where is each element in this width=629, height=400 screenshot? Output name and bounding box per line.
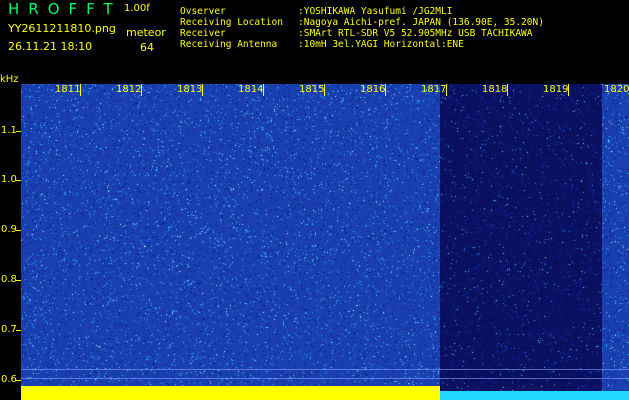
info-value: :YOSHIKAWA Yasufumi /JG2MLI	[298, 6, 453, 17]
y-axis-unit: kHz	[0, 74, 19, 85]
x-tick-mark	[141, 84, 142, 96]
x-tick-mark	[507, 84, 508, 96]
info-key: Receiving Location	[180, 17, 283, 28]
y-tick-mark	[16, 380, 21, 381]
y-tick-mark	[16, 280, 21, 281]
spectrogram-noise	[21, 84, 629, 400]
signal-level-bar	[21, 386, 440, 400]
y-tick-label: 1.0	[1, 174, 17, 185]
y-tick-label: 1.1	[1, 125, 17, 136]
y-tick-label: 0.9	[1, 224, 17, 235]
x-tick-label: 1811	[55, 84, 81, 95]
x-tick-label: 1814	[238, 84, 264, 95]
event-count: 64	[140, 41, 154, 54]
info-value: :Nagoya Aichi-pref. JAPAN (136.90E, 35.2…	[298, 17, 544, 28]
signal-level-bar-dark	[440, 391, 629, 400]
station-info: Ovserver :YOSHIKAWA Yasufumi /JG2MLI Rece…	[180, 6, 544, 50]
x-tick-mark	[202, 84, 203, 96]
x-tick-mark	[385, 84, 386, 96]
y-tick-label: 0.6	[1, 374, 17, 385]
info-key: Ovserver	[180, 6, 226, 17]
y-tick-mark	[16, 330, 21, 331]
y-tick-mark	[16, 131, 21, 132]
x-tick-mark	[263, 84, 264, 96]
frequency-marker-line	[21, 369, 629, 370]
y-tick-mark	[16, 230, 21, 231]
x-tick-label: 1813	[177, 84, 203, 95]
y-tick-mark	[16, 180, 21, 181]
y-tick-label: 0.7	[1, 324, 17, 335]
file-name: YY2611211810.png	[8, 22, 116, 35]
info-value: :10mH 3el.YAGI Horizontal:ENE	[298, 39, 464, 50]
x-tick-mark	[324, 84, 325, 96]
x-tick-mark	[568, 84, 569, 96]
info-row-location: Receiving Location :Nagoya Aichi-pref. JA…	[180, 17, 544, 28]
x-tick-label: 1817	[421, 84, 447, 95]
info-row-observer: Ovserver :YOSHIKAWA Yasufumi /JG2MLI	[180, 6, 544, 17]
info-value: :SMArt RTL-SDR V5 52.905MHz USB TACHIKAW…	[298, 28, 533, 39]
x-tick-label: 1818	[482, 84, 508, 95]
x-tick-label: 1815	[299, 84, 325, 95]
app-title: HROFFT	[8, 0, 122, 18]
x-tick-label: 1816	[360, 84, 386, 95]
info-key: Receiving Antenna	[180, 39, 278, 50]
y-tick-label: 0.8	[1, 274, 17, 285]
app-version: 1.00f	[124, 3, 150, 14]
frequency-marker-line	[21, 378, 629, 379]
info-row-receiver: Receiver :SMArt RTL-SDR V5 52.905MHz USB …	[180, 28, 544, 39]
event-type: meteor	[126, 26, 166, 39]
x-tick-mark	[80, 84, 81, 96]
spectrogram-plot	[21, 84, 629, 400]
x-tick-label: 1812	[116, 84, 142, 95]
x-tick-mark	[446, 84, 447, 96]
x-tick-label: 1820	[604, 84, 629, 95]
date-time: 26.11.21 18:10	[8, 40, 93, 53]
info-key: Receiver	[180, 28, 226, 39]
x-tick-label: 1819	[543, 84, 569, 95]
info-row-antenna: Receiving Antenna :10mH 3el.YAGI Horizont…	[180, 39, 544, 50]
